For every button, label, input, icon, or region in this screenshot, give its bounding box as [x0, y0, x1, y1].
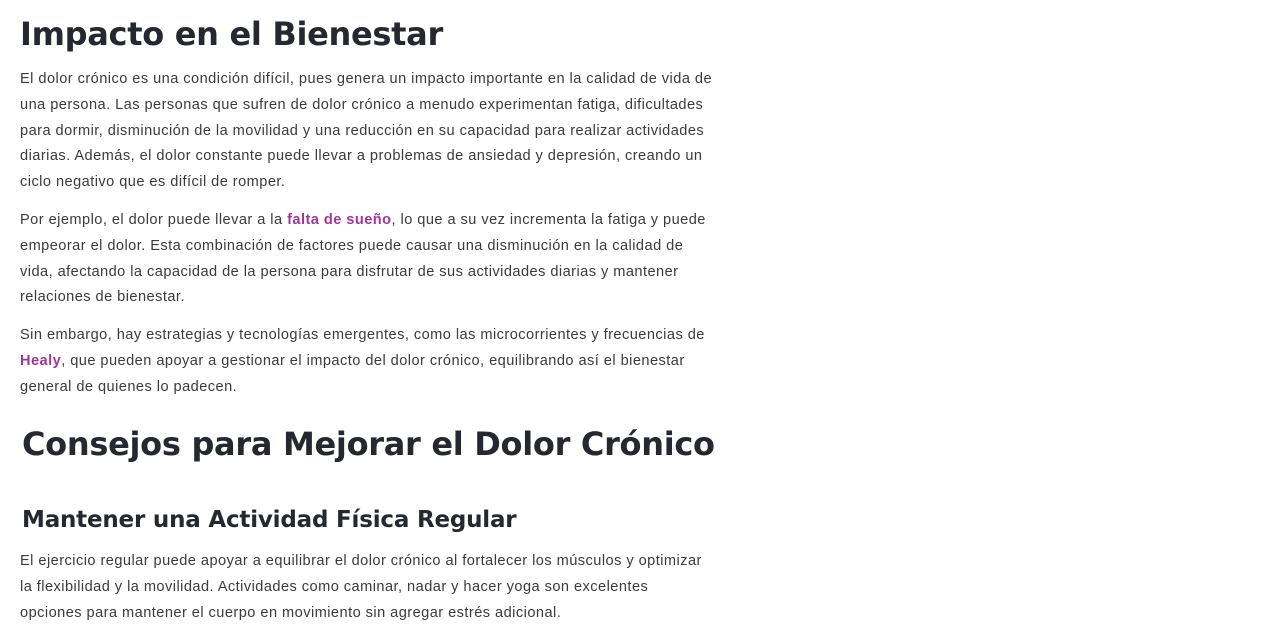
section-heading-consejos: Consejos para Mejorar el Dolor Crónico [22, 425, 715, 463]
text-line: relaciones de bienestar. [20, 289, 185, 306]
text-segment: , lo que a su vez incrementa la fatiga y… [391, 212, 706, 228]
text-segment: , que pueden apoyar a gestionar el impac… [61, 352, 685, 369]
text-line: El ejercicio regular puede apoyar a equi… [20, 553, 702, 569]
text-line: general de quienes lo padecen. [20, 378, 238, 395]
text-line: Sin embargo, hay estrategias y tecnologí… [20, 327, 705, 343]
text-line: ciclo negativo que es difícil de romper. [20, 174, 286, 191]
text-line: empeorar el dolor. Esta combinación de f… [20, 237, 684, 254]
section-heading-impacto: Impacto en el Bienestar [20, 15, 443, 53]
text-line: El dolor crónico es una condición difíci… [20, 71, 713, 87]
paragraph-impacto-2: Por ejemplo, el dolor puede llevar a la … [20, 208, 790, 311]
text-segment: Por ejemplo, el dolor puede llevar a la [20, 212, 288, 228]
text-line: para dormir, disminución de la movilidad… [20, 122, 705, 139]
text-line: la flexibilidad y la movilidad. Activida… [20, 578, 649, 595]
link-healy[interactable]: Healy [20, 353, 61, 369]
text-line: una persona. Las personas que sufren de … [20, 96, 704, 113]
paragraph-impacto-3: Sin embargo, hay estrategias y tecnologí… [20, 323, 790, 400]
text-line: vida, afectando la capacidad de la perso… [20, 263, 679, 280]
paragraph-actividad-fisica: El ejercicio regular puede apoyar a equi… [20, 549, 790, 626]
text-line: diarias. Además, el dolor constante pued… [20, 148, 703, 165]
text-line: opciones para mantener el cuerpo en movi… [20, 604, 562, 621]
link-falta-de-sueno[interactable]: falta de sueño [287, 212, 391, 228]
paragraph-impacto-1: El dolor crónico es una condición difíci… [20, 67, 790, 196]
subheading-actividad-fisica: Mantener una Actividad Física Regular [22, 507, 517, 533]
